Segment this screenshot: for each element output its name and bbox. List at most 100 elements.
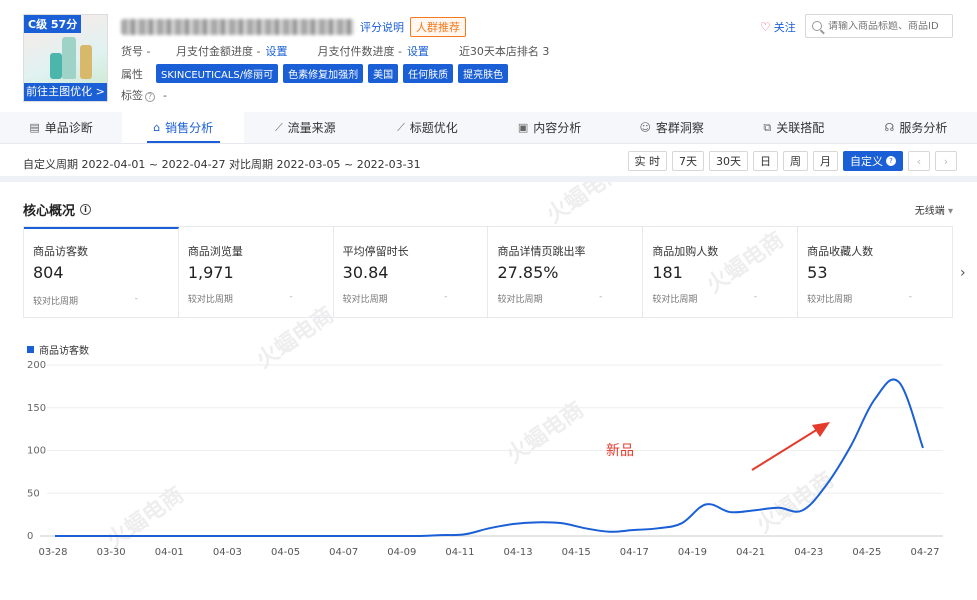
attr-tag: SKINCEUTICALS/修丽可 [156,64,279,83]
metric-compare-label: 较对比周期 [652,295,698,305]
trend-icon: ⟋ [274,120,283,134]
tab-label: 销售分析 [165,121,214,135]
next-period-button[interactable]: › [935,151,957,171]
tab-traffic-source[interactable]: ⟋ 流量来源 [244,112,366,143]
attr-label: 属性 [121,67,143,81]
attr-tag: 色素修复加强剂 [283,64,364,83]
rank-30d: 近30天本店排名 3 [458,45,550,58]
metric-value: 27.85% [497,263,559,282]
search-icon [812,21,822,31]
period-custom-button[interactable]: 自定义? [843,151,903,171]
metric-card-pageviews[interactable]: 商品浏览量 1,971 较对比周期 - [179,227,334,317]
metric-compare-value: - [599,292,603,302]
tab-sales-analysis[interactable]: ⌂ 销售分析 [122,112,245,143]
metric-name: 商品浏览量 [187,245,243,258]
metric-name: 商品详情页跳出率 [497,245,586,258]
metric-card-bounce-rate[interactable]: 商品详情页跳出率 27.85% 较对比周期 - [488,227,644,317]
metric-name: 商品加购人数 [652,245,719,258]
period-bar: 自定义周期 2022-04-01 ~ 2022-04-27 对比周期 2022-… [0,144,977,182]
tab-label: 内容分析 [533,121,582,135]
x-tick-label: 04-05 [271,547,300,558]
product-image [50,53,62,79]
metric-compare-label: 较对比周期 [497,295,543,305]
period-realtime-button[interactable]: 实 时 [627,151,667,171]
tab-title-optimize[interactable]: ⟋ 标题优化 [366,112,488,143]
y-tick-label: 150 [27,403,46,414]
x-tick-label: 04-01 [155,547,184,558]
x-tick-label: 04-27 [910,547,939,558]
rating-explain-link[interactable]: 评分说明 [360,19,404,35]
monthly-count-set-link[interactable]: 设置 [407,43,429,59]
period-week-button[interactable]: 周 [783,151,808,171]
product-title-blurred[interactable] [121,19,354,35]
chevron-right-icon: › [943,154,949,168]
label-text: 标签 [121,89,143,102]
tab-single-diagnosis[interactable]: ▤ 单品诊断 [0,112,122,143]
label-value: - [163,88,167,102]
metric-compare-label: 较对比周期 [342,295,388,305]
monthly-amount-set-link[interactable]: 设置 [265,43,287,59]
analysis-tabs: ▤ 单品诊断 ⌂ 销售分析 ⟋ 流量来源 ⟋ 标题优化 ▣ 内容分析 ☺ 客群洞察 ⧉ 关联搭… [0,112,977,144]
follow-button[interactable]: ♡ 关注 [760,19,796,35]
tab-label: 流量来源 [287,121,336,135]
x-tick-label: 04-21 [736,547,765,558]
metric-cards: 商品访客数 804 较对比周期 - 商品浏览量 1,971 较对比周期 - 平均… [23,226,953,318]
y-tick-label: 50 [27,488,40,499]
core-overview-title: 核心概况 i [23,200,92,219]
visitors-line-chart: 0 50 100 150 200 03-28 03-30 04-01 04-03 04-05 04-… [27,360,943,558]
product-search-box[interactable] [805,14,953,38]
tab-content-analysis[interactable]: ▣ 内容分析 [489,112,611,143]
metric-compare-value: - [289,292,293,302]
period-text: 自定义周期 2022-04-01 ~ 2022-04-27 对比周期 2022-… [23,158,421,171]
link-icon: ⧉ [763,120,772,134]
metric-compare-label: 较对比周期 [807,295,853,305]
monthly-count-label: 月支付件数进度 - [317,45,402,58]
cards-next-arrow[interactable]: › [960,265,966,281]
tab-service-analysis[interactable]: ☊ 服务分析 [855,112,977,143]
grade-badge: C级 57分 [24,15,82,33]
annotation-arrow [751,428,819,471]
help-icon: ? [886,156,896,166]
metric-name: 商品收藏人数 [807,245,874,258]
y-tick-label: 100 [27,446,46,457]
metric-card-add-cart[interactable]: 商品加购人数 181 较对比周期 - [643,227,799,317]
x-tick-label: 03-28 [38,547,67,558]
period-30d-button[interactable]: 30天 [709,151,748,171]
follow-label: 关注 [773,21,796,34]
info-icon[interactable]: i [80,204,92,215]
prev-period-button[interactable]: ‹ [908,151,930,171]
x-tick-label: 04-23 [794,547,823,558]
search-input[interactable] [828,20,948,32]
product-header: C级 57分 前往主图优化 > 评分说明 人群推荐 货号 - 月支付金额进度 -… [0,0,977,112]
tab-related-match[interactable]: ⧉ 关联搭配 [733,112,855,143]
metric-compare-value: - [908,292,912,302]
tab-customer-insight[interactable]: ☺ 客群洞察 [611,112,733,143]
chevron-left-icon: ‹ [916,154,922,168]
home-icon: ⌂ [153,121,161,134]
x-tick-label: 04-11 [445,547,474,558]
attr-tag: 提亮肤色 [458,64,509,83]
question-icon[interactable]: ? [145,92,155,102]
x-tick-label: 04-19 [678,547,707,558]
product-image [62,37,76,79]
product-thumbnail[interactable]: C级 57分 前往主图优化 > [23,14,108,102]
period-7d-button[interactable]: 7天 [672,151,704,171]
new-product-annotation: 新品 [606,443,634,459]
crowd-recommend-button[interactable]: 人群推荐 [410,17,466,37]
metric-compare-value: - [753,292,758,302]
period-day-button[interactable]: 日 [753,151,778,171]
metric-card-visitors[interactable]: 商品访客数 804 较对比周期 - [24,227,179,317]
metric-compare-label: 较对比周期 [187,295,233,305]
metric-name: 平均停留时长 [342,245,409,258]
custom-label: 自定义 [850,155,883,168]
annotation-arrowhead [812,422,830,437]
metric-name: 商品访客数 [33,245,88,258]
device-select[interactable]: 无线端 [915,202,953,217]
period-month-button[interactable]: 月 [813,151,838,171]
optimize-image-button[interactable]: 前往主图优化 > [24,83,107,101]
metric-card-avg-stay[interactable]: 平均停留时长 30.84 较对比周期 - [334,227,489,317]
metric-card-favorites[interactable]: 商品收藏人数 53 较对比周期 - [798,227,952,317]
heart-icon: ♡ [760,20,771,34]
y-tick-label: 0 [27,531,33,542]
metric-compare-label: 较对比周期 [33,297,79,307]
